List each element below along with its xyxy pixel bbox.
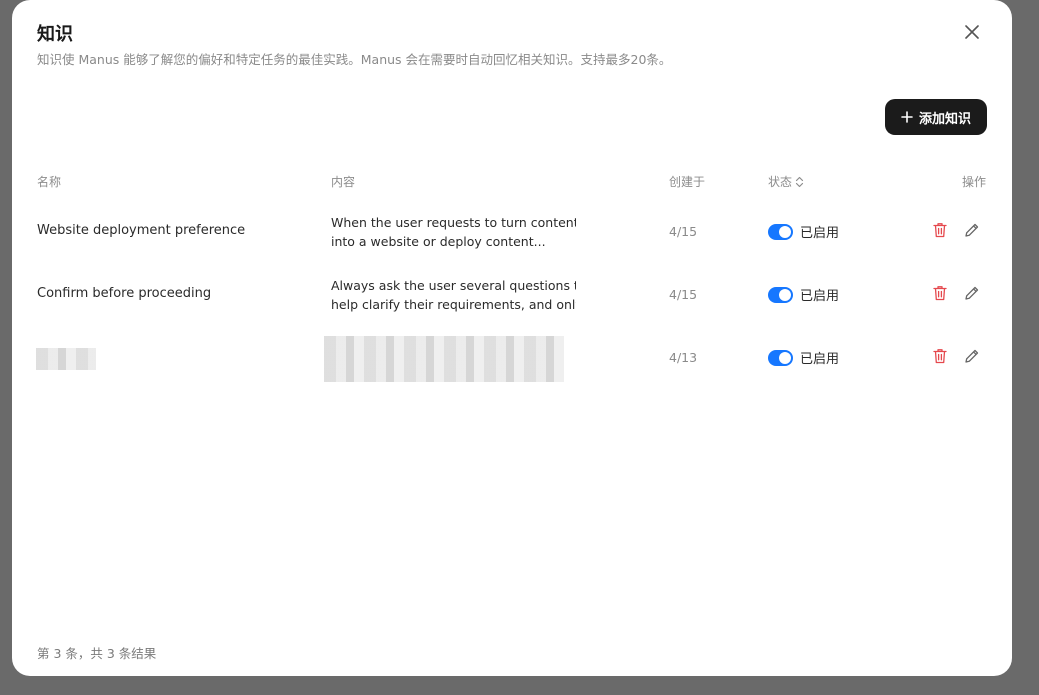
column-header-status-label: 状态 (768, 175, 793, 189)
add-knowledge-label: 添加知识 (918, 111, 971, 127)
row-1-name: Website deployment preference (37, 223, 246, 238)
row-2-content: Always ask the user several questions to… (331, 276, 576, 314)
row-1-content-line2: into a website or deploy content... (331, 234, 546, 249)
row-2-content-line1: Always ask the user several questions to (331, 278, 576, 293)
trash-icon (933, 349, 947, 364)
row-3-delete-button[interactable] (931, 347, 949, 365)
row-1-status: 已启用 (768, 222, 839, 241)
row-3-content-redacted (324, 336, 564, 382)
row-2-name: Confirm before proceeding (37, 286, 212, 301)
close-button[interactable] (960, 20, 984, 44)
row-3-status-toggle[interactable] (768, 349, 793, 366)
row-2-status-label: 已启用 (800, 289, 840, 304)
column-header-actions: 操作 (962, 175, 987, 189)
row-1-delete-button[interactable] (931, 221, 949, 239)
pagination-summary: 第 3 条，共 3 条结果 (37, 646, 157, 661)
column-header-created: 创建于 (669, 175, 706, 189)
row-2-content-line2: help clarify their requirements, and onl… (331, 297, 576, 312)
row-1-status-toggle[interactable] (768, 223, 793, 240)
row-3-created: 4/13 (669, 350, 698, 365)
column-header-content: 内容 (331, 175, 356, 189)
row-3-name-redacted (36, 348, 96, 370)
pencil-icon (965, 286, 979, 300)
column-header-status[interactable]: 状态 (768, 173, 804, 190)
row-3-status-label: 已启用 (800, 352, 840, 367)
row-2-status: 已启用 (768, 285, 839, 304)
plus-icon (901, 111, 913, 123)
trash-icon (933, 223, 947, 238)
row-3-status: 已启用 (768, 348, 839, 367)
row-1-created: 4/15 (669, 224, 698, 239)
row-2-edit-button[interactable] (963, 284, 981, 302)
column-header-name: 名称 (37, 175, 62, 189)
modal-title: 知识 (37, 24, 73, 45)
row-3-edit-button[interactable] (963, 347, 981, 365)
modal-subtitle: 知识使 Manus 能够了解您的偏好和特定任务的最佳实践。Manus 会在需要时… (37, 52, 672, 67)
close-icon (965, 25, 979, 39)
pencil-icon (965, 223, 979, 237)
trash-icon (933, 286, 947, 301)
row-2-created: 4/15 (669, 287, 698, 302)
row-1-content-line1: When the user requests to turn content (331, 215, 576, 230)
add-knowledge-button[interactable]: 添加知识 (885, 99, 987, 135)
pencil-icon (965, 349, 979, 363)
row-2-delete-button[interactable] (931, 284, 949, 302)
row-2-status-toggle[interactable] (768, 286, 793, 303)
row-1-status-label: 已启用 (800, 226, 840, 241)
sort-icon (795, 176, 804, 187)
row-1-content: When the user requests to turn content i… (331, 213, 576, 251)
knowledge-modal: 知识 知识使 Manus 能够了解您的偏好和特定任务的最佳实践。Manus 会在… (12, 0, 1012, 676)
row-1-edit-button[interactable] (963, 221, 981, 239)
